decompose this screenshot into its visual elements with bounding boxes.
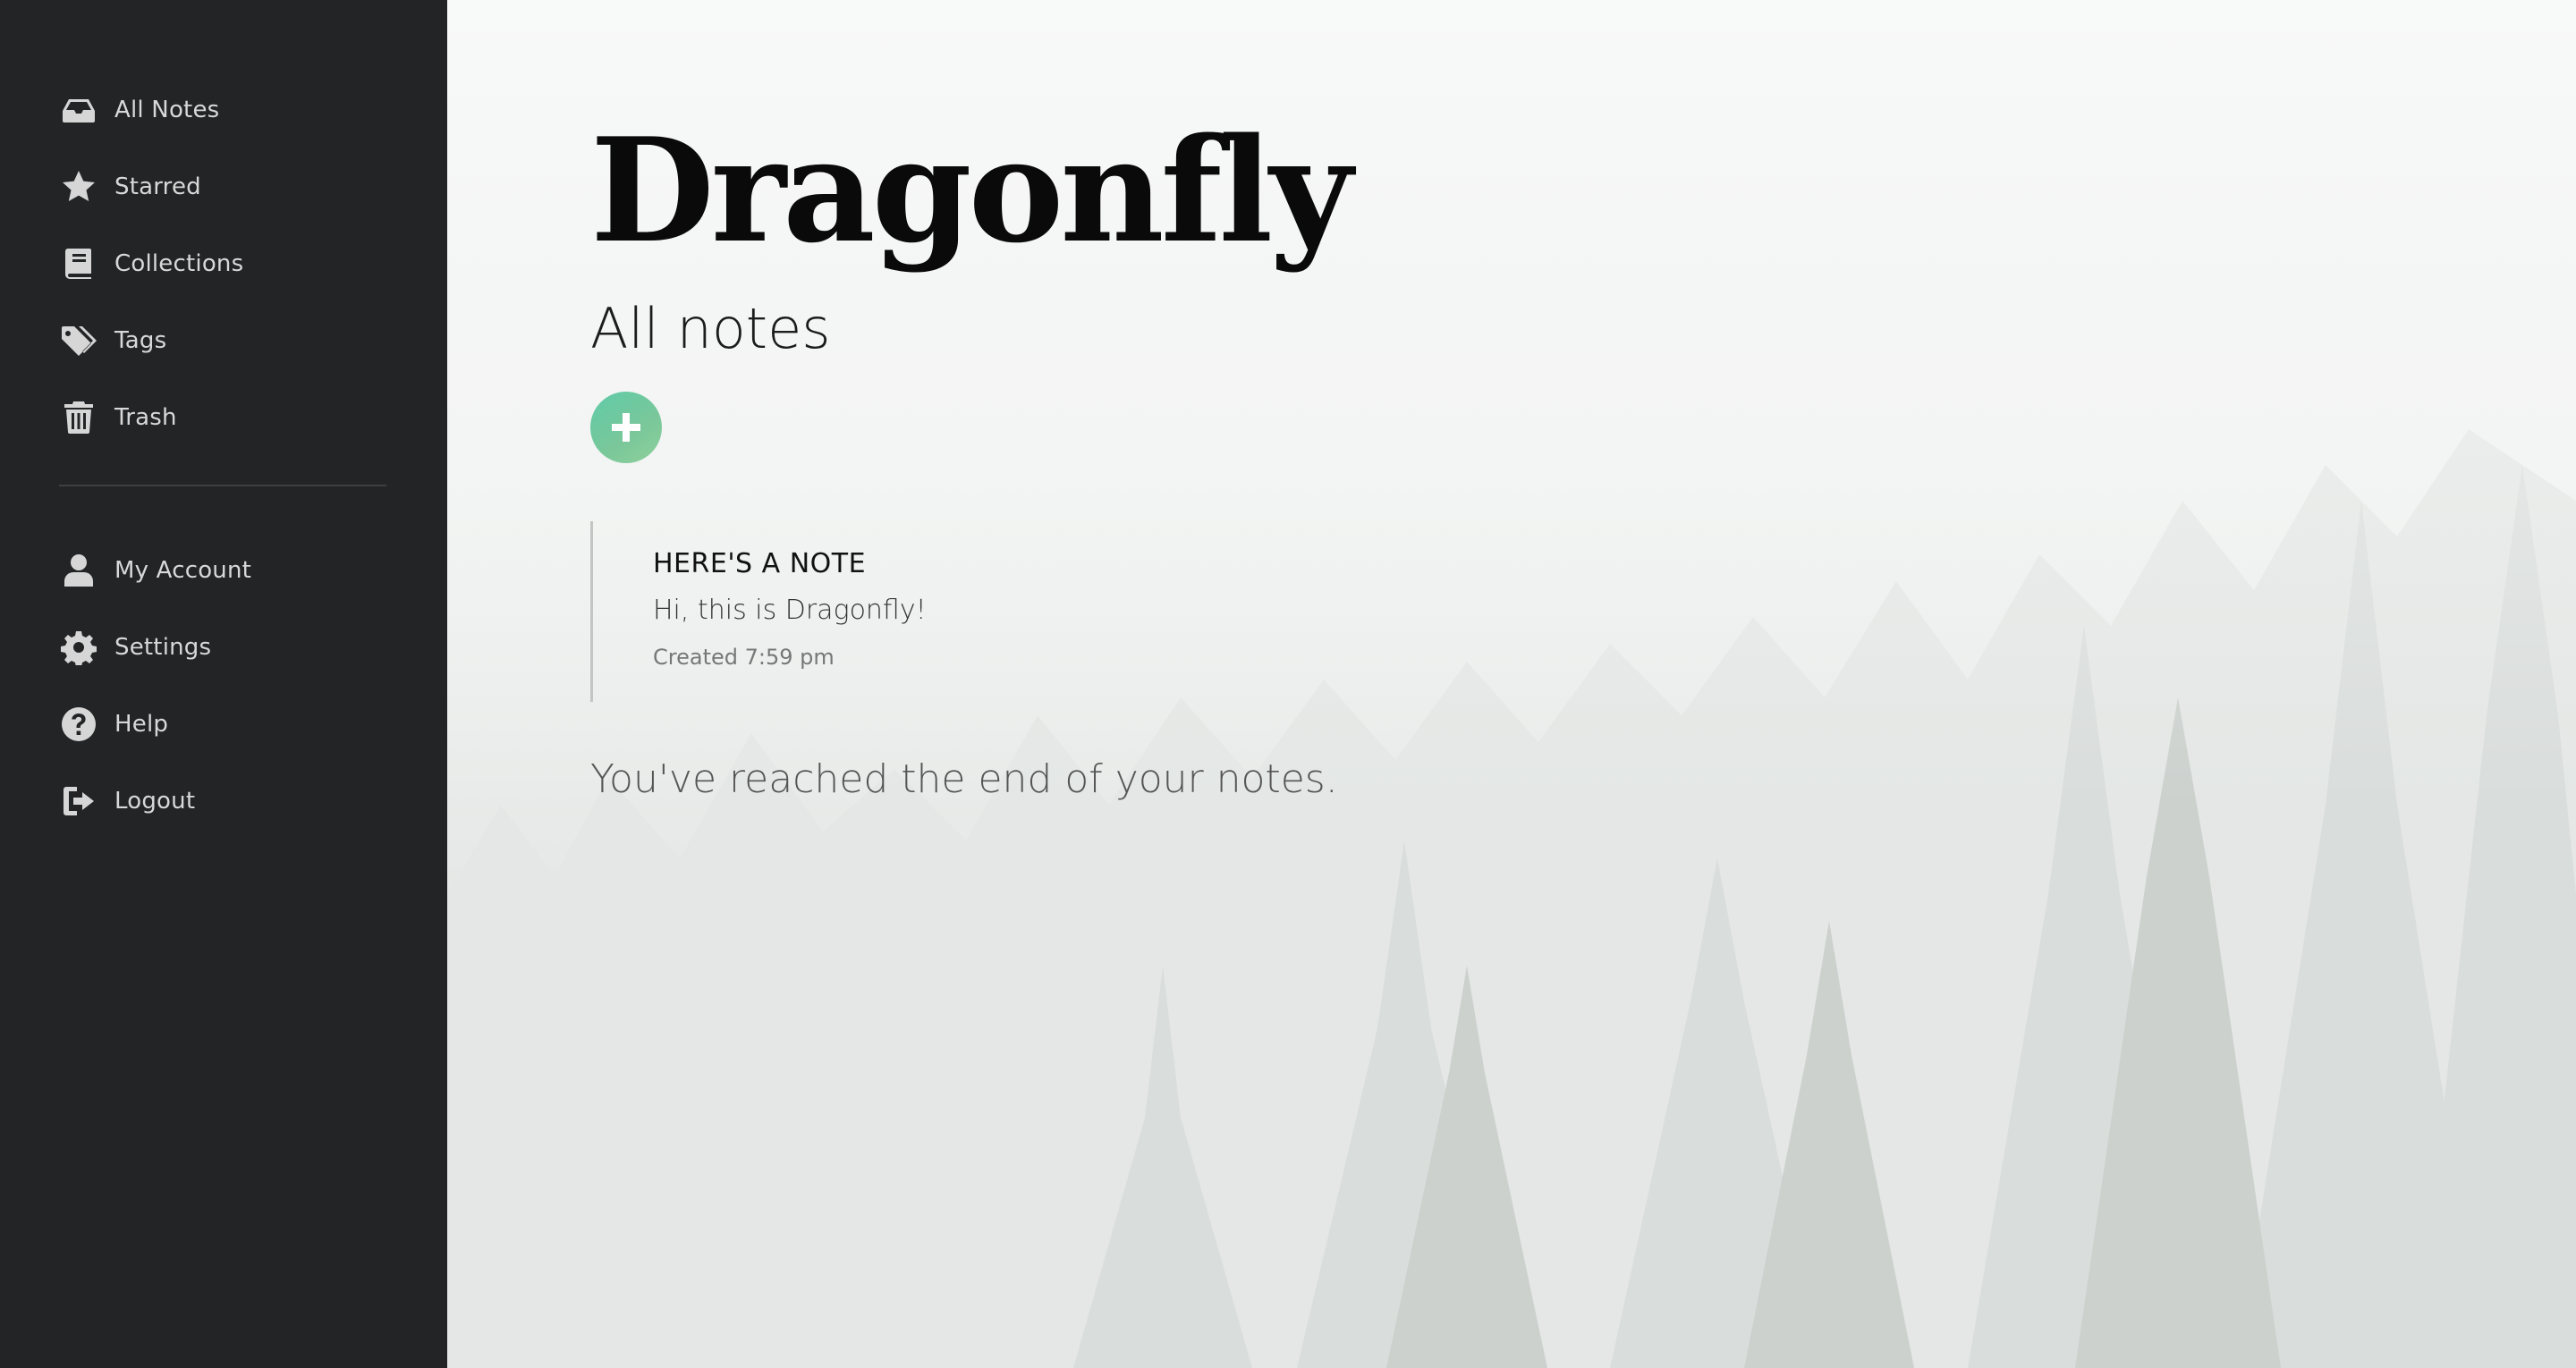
sidebar-item-label: Settings [114,634,212,661]
note-card[interactable]: HERE'S A NOTE Hi, this is Dragonfly! Cre… [590,521,1398,702]
sidebar-item-settings[interactable]: Settings [0,609,447,686]
note-title: HERE'S A NOTE [653,548,867,579]
sidebar-item-label: All Notes [114,97,220,123]
logout-icon [59,781,98,821]
plus-icon [606,408,646,447]
sidebar-item-collections[interactable]: Collections [0,225,447,302]
sidebar-item-tags[interactable]: Tags [0,302,447,379]
sidebar-item-trash[interactable]: Trash [0,379,447,456]
sidebar-item-logout[interactable]: Logout [0,763,447,840]
sidebar-item-label: Tags [114,327,167,354]
tags-icon [59,321,98,360]
book-icon [59,244,98,283]
add-note-button[interactable] [590,392,662,463]
sidebar-item-all-notes[interactable]: All Notes [0,72,447,148]
sidebar-item-my-account[interactable]: My Account [0,532,447,609]
user-icon [59,551,98,590]
app-title: Dragonfly [590,106,1352,274]
inbox-icon [59,90,98,130]
sidebar-item-label: Starred [114,173,201,200]
sidebar-item-help[interactable]: Help [0,686,447,763]
main-content: Dragonfly All notes HERE'S A NOTE Hi, th… [447,0,2576,1368]
sidebar: All Notes Starred Collections Tags Trash [0,0,447,1368]
sidebar-item-label: Trash [114,404,177,431]
gear-icon [59,628,98,667]
note-created-time: Created 7:59 pm [653,645,835,670]
star-icon [59,167,98,207]
sidebar-primary-nav: All Notes Starred Collections Tags Trash [0,72,447,456]
sidebar-item-label: My Account [114,557,252,584]
sidebar-item-starred[interactable]: Starred [0,148,447,225]
sidebar-item-label: Logout [114,788,196,815]
sidebar-item-label: Collections [114,250,244,277]
note-preview: Hi, this is Dragonfly! [653,595,927,626]
question-icon [59,705,98,744]
trash-icon [59,398,98,437]
sidebar-item-label: Help [114,711,169,738]
sidebar-secondary-nav: My Account Settings Help Logout [0,532,447,840]
sidebar-divider [59,485,386,486]
page-title: All notes [590,296,831,361]
end-of-notes-message: You've reached the end of your notes. [590,756,1338,802]
